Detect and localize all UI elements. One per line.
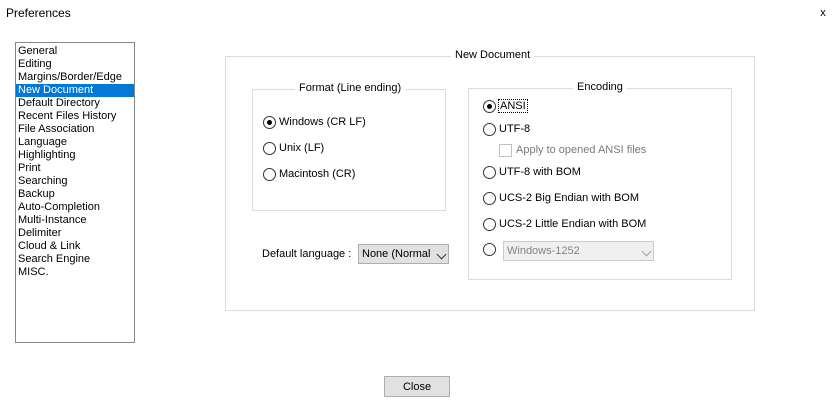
category-item[interactable]: Delimiter	[16, 227, 134, 240]
radio-utf8-bom[interactable]: UTF-8 with BOM	[483, 164, 581, 180]
radio-windows-crlf[interactable]: Windows (CR LF)	[263, 114, 366, 130]
radio-macintosh-cr[interactable]: Macintosh (CR)	[263, 166, 355, 182]
close-button[interactable]: Close	[384, 376, 450, 397]
radio-label: Windows (CR LF)	[279, 116, 366, 128]
category-list[interactable]: General Editing Margins/Border/Edge New …	[15, 42, 135, 343]
category-item[interactable]: Multi-Instance	[16, 214, 134, 227]
encoding-group-title: Encoding	[573, 81, 627, 93]
category-item[interactable]: Recent Files History	[16, 110, 134, 123]
chevron-down-icon	[436, 249, 447, 260]
radio-unchecked-icon	[483, 165, 496, 179]
category-item[interactable]: Default Directory	[16, 97, 134, 110]
close-icon[interactable]: x	[810, 4, 836, 22]
category-item[interactable]: Search Engine	[16, 253, 134, 266]
radio-ansi[interactable]: ANSI	[483, 98, 528, 114]
radio-label: ANSI	[498, 99, 528, 113]
format-group-title: Format (Line ending)	[295, 82, 406, 94]
default-language-label: Default language :	[262, 248, 352, 260]
codepage-select[interactable]: Windows-1252	[503, 241, 654, 261]
radio-unchecked-icon	[483, 122, 496, 136]
radio-unchecked-icon	[483, 191, 496, 205]
radio-ucs2-big-endian[interactable]: UCS-2 Big Endian with BOM	[483, 190, 639, 206]
radio-unix-lf[interactable]: Unix (LF)	[263, 140, 324, 156]
radio-checked-icon	[263, 115, 276, 129]
default-language-value: None (Normal	[362, 248, 431, 260]
radio-label: UTF-8 with BOM	[499, 166, 581, 178]
radio-label: Macintosh (CR)	[279, 168, 356, 180]
category-item[interactable]: Backup	[16, 188, 134, 201]
apply-ansi-checkbox[interactable]: Apply to opened ANSI files	[499, 143, 646, 157]
category-item[interactable]: MISC.	[16, 266, 134, 279]
radio-label: UCS-2 Big Endian with BOM	[499, 192, 639, 204]
radio-checked-icon	[483, 99, 496, 113]
category-item[interactable]: Auto-Completion	[16, 201, 134, 214]
checkbox-label: Apply to opened ANSI files	[516, 144, 647, 156]
radio-unchecked-icon	[483, 217, 496, 231]
category-item-selected[interactable]: New Document	[16, 84, 134, 97]
category-item[interactable]: Language	[16, 136, 134, 149]
category-item[interactable]: Searching	[16, 175, 134, 188]
title-bar: Preferences x	[0, 0, 840, 28]
category-item[interactable]: Print	[16, 162, 134, 175]
radio-label: UTF-8	[499, 123, 531, 135]
category-item[interactable]: Editing	[16, 58, 134, 71]
default-language-select[interactable]: None (Normal	[358, 244, 449, 264]
window-title: Preferences	[6, 6, 71, 20]
checkbox-unchecked-icon	[499, 143, 512, 157]
radio-label: Unix (LF)	[279, 142, 325, 154]
category-item[interactable]: File Association	[16, 123, 134, 136]
preferences-window: Preferences x General Editing Margins/Bo…	[0, 0, 840, 408]
category-item[interactable]: Margins/Border/Edge	[16, 71, 134, 84]
new-document-group-title: New Document	[451, 49, 535, 61]
radio-unchecked-icon	[263, 141, 276, 155]
radio-utf8[interactable]: UTF-8	[483, 121, 530, 137]
chevron-down-icon	[641, 246, 652, 257]
codepage-value: Windows-1252	[507, 245, 580, 257]
radio-ucs2-little-endian[interactable]: UCS-2 Little Endian with BOM	[483, 216, 646, 232]
category-item[interactable]: Highlighting	[16, 149, 134, 162]
category-item[interactable]: General	[16, 45, 134, 58]
radio-unchecked-icon	[483, 242, 496, 256]
radio-codepage[interactable]	[483, 241, 496, 257]
category-item[interactable]: Cloud & Link	[16, 240, 134, 253]
radio-label: UCS-2 Little Endian with BOM	[499, 218, 647, 230]
radio-unchecked-icon	[263, 167, 276, 181]
